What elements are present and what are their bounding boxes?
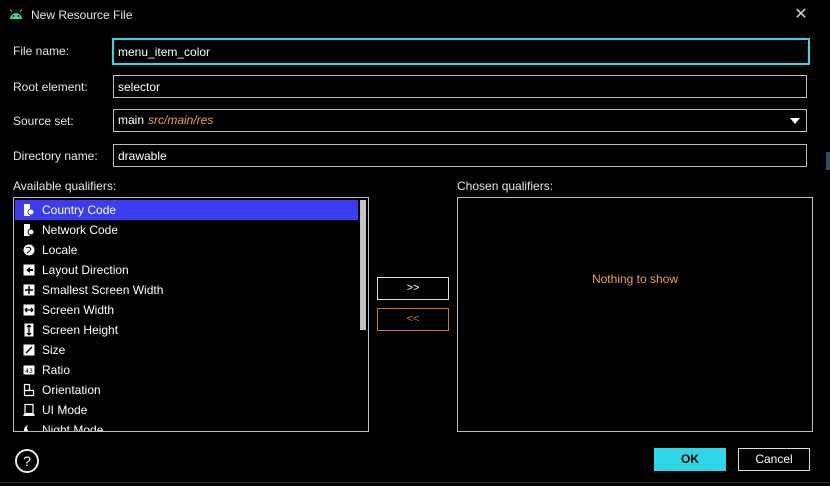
screen-width-icon: [23, 303, 35, 317]
file-name-label: File name:: [13, 44, 70, 58]
screen-height-icon: [23, 323, 35, 337]
svg-text:43: 43: [25, 368, 33, 375]
qualifier-label: Screen Width: [42, 303, 115, 317]
available-qualifiers-label: Available qualifiers:: [13, 179, 117, 193]
qualifier-label: Screen Height: [42, 323, 119, 337]
list-scrollbar[interactable]: [360, 200, 366, 330]
directory-name-input[interactable]: [118, 145, 806, 166]
qualifier-label: Size: [42, 343, 66, 357]
source-set-label: Source set:: [13, 114, 74, 128]
qualifier-item-smallest-screen-width[interactable]: Smallest Screen Width: [15, 280, 358, 300]
root-element-input[interactable]: [118, 76, 806, 97]
qualifier-label: Ratio: [42, 363, 71, 377]
qualifier-label: Layout Direction: [42, 263, 129, 277]
qualifier-label: Locale: [42, 243, 78, 257]
qualifier-label: Orientation: [42, 383, 101, 397]
qualifier-item-layout-direction[interactable]: Layout Direction: [15, 260, 358, 280]
directory-name-field[interactable]: [113, 144, 807, 167]
size-icon: [23, 343, 35, 357]
qualifier-item-screen-height[interactable]: Screen Height: [15, 320, 358, 340]
chevron-down-icon: [790, 118, 800, 124]
qualifier-label: Smallest Screen Width: [42, 283, 164, 297]
close-button[interactable]: ✕: [792, 6, 810, 24]
qualifier-label: UI Mode: [42, 403, 88, 417]
ratio-icon: 43: [23, 363, 35, 377]
layout-direction-icon: [23, 263, 35, 277]
network-code-icon: [23, 223, 35, 237]
bottom-divider: [0, 482, 830, 483]
ok-button[interactable]: OK: [654, 448, 726, 471]
title-bar: New Resource File ✕: [0, 0, 830, 30]
empty-state-text: Nothing to show: [591, 272, 679, 286]
available-qualifiers-list[interactable]: Country Code Network Code Locale Layout …: [13, 197, 369, 432]
android-icon: [9, 9, 23, 19]
file-name-input[interactable]: [118, 40, 808, 63]
file-name-field[interactable]: [112, 38, 810, 65]
source-set-dropdown[interactable]: main src/main/res: [113, 109, 807, 132]
chosen-qualifiers-label: Chosen qualifiers:: [457, 179, 554, 193]
smallest-width-icon: [23, 283, 35, 297]
ui-mode-icon: [23, 403, 35, 417]
qualifier-item-ui-mode[interactable]: UI Mode: [15, 400, 358, 420]
qualifier-item-size[interactable]: Size: [15, 340, 358, 360]
qualifier-item-ratio[interactable]: 43 Ratio: [15, 360, 358, 380]
qualifier-item-orientation[interactable]: Orientation: [15, 380, 358, 400]
qualifier-item-country-code[interactable]: Country Code: [15, 200, 358, 220]
source-set-path: src/main/res: [148, 113, 214, 127]
orientation-icon: [23, 383, 35, 397]
qualifier-item-screen-width[interactable]: Screen Width: [15, 300, 358, 320]
remove-qualifier-button[interactable]: <<: [377, 308, 449, 331]
qualifier-item-night-mode[interactable]: Night Mode: [15, 420, 358, 432]
source-set-value: main: [118, 113, 145, 127]
add-qualifier-button[interactable]: >>: [377, 277, 449, 300]
close-icon: ✕: [794, 6, 808, 23]
qualifier-item-network-code[interactable]: Network Code: [15, 220, 358, 240]
help-button[interactable]: ?: [15, 449, 39, 473]
root-element-label: Root element:: [13, 80, 88, 94]
root-element-field[interactable]: [113, 75, 807, 98]
cancel-button[interactable]: Cancel: [738, 448, 810, 471]
country-code-icon: [23, 203, 35, 217]
window-edge-mark: [826, 152, 830, 170]
directory-name-label: Directory name:: [13, 149, 98, 163]
dialog-title: New Resource File: [31, 8, 133, 22]
night-mode-icon: [23, 423, 35, 431]
globe-icon: [23, 243, 35, 257]
qualifier-label: Night Mode: [42, 423, 104, 432]
qualifier-label: Country Code: [42, 203, 117, 217]
qualifier-label: Network Code: [42, 223, 119, 237]
qualifier-item-locale[interactable]: Locale: [15, 240, 358, 260]
chosen-qualifiers-list[interactable]: Nothing to show: [457, 197, 813, 432]
